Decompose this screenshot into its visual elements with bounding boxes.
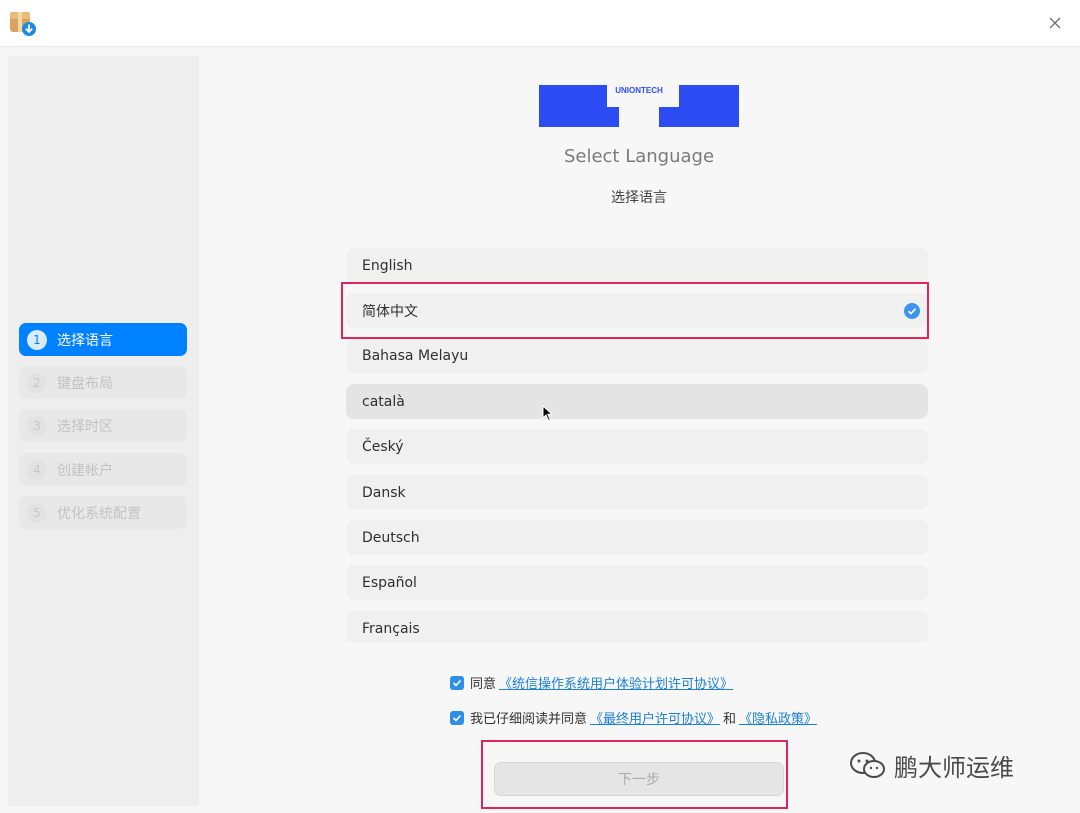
step-number: 1 [27, 329, 47, 350]
main-panel: UNIONTECH Select Language 选择语言 English 简… [199, 56, 1072, 809]
watermark-text: 鹏大师运维 [894, 754, 1014, 782]
language-label: Bahasa Melayu [362, 347, 469, 364]
language-option[interactable]: Deutsch [346, 520, 928, 555]
language-label: Dansk [362, 484, 406, 501]
step-number: 5 [27, 502, 47, 523]
experience-plan-link[interactable]: 《统信操作系统用户体验计划许可协议》 [499, 673, 733, 692]
privacy-policy-link[interactable]: 《隐私政策》 [739, 708, 817, 727]
page-title: Select Language [563, 146, 715, 167]
agreement-joiner: 和 [723, 712, 737, 727]
language-option-selected[interactable]: 简体中文 [346, 293, 928, 328]
agree-checkbox-eula[interactable] [450, 710, 464, 725]
language-option[interactable]: Español [346, 565, 928, 600]
close-icon [1049, 17, 1061, 29]
page-subtitle: 选择语言 [611, 190, 667, 206]
language-label: Deutsch [362, 529, 420, 546]
language-list[interactable]: English 简体中文 Bahasa Melayu català Český … [346, 246, 928, 642]
step-create-account[interactable]: 4 创建帐户 [19, 453, 187, 486]
wechat-icon [850, 751, 885, 778]
step-label: 优化系统配置 [57, 505, 141, 522]
language-label: Český [362, 438, 404, 455]
step-number: 4 [27, 459, 47, 480]
step-label: 键盘布局 [57, 375, 113, 392]
step-select-language[interactable]: 1 选择语言 [19, 323, 187, 356]
close-button[interactable] [1044, 12, 1066, 34]
next-button[interactable]: 下一步 [494, 762, 784, 796]
steps-sidebar: 1 选择语言 2 键盘布局 3 选择时区 4 创建帐户 5 优化系统配置 [8, 56, 199, 806]
language-option[interactable]: Français [346, 611, 928, 642]
agreement-prefix: 同意 [470, 677, 497, 692]
step-label: 选择语言 [57, 332, 113, 349]
installer-package-icon [10, 12, 36, 36]
step-keyboard-layout[interactable]: 2 键盘布局 [19, 366, 187, 399]
step-optimize-config[interactable]: 5 优化系统配置 [19, 496, 187, 529]
watermark: 鹏大师运维 [848, 748, 1014, 783]
language-option[interactable]: Bahasa Melayu [346, 338, 928, 373]
language-option[interactable]: English [346, 248, 928, 283]
step-number: 3 [27, 415, 47, 436]
language-label: English [362, 257, 413, 274]
mouse-pointer-icon [542, 405, 554, 422]
step-select-timezone[interactable]: 3 选择时区 [19, 409, 187, 442]
checkmark-icon [452, 679, 462, 687]
language-label: Español [362, 574, 417, 591]
agreement-row-eula: 我已仔细阅读并同意 《最终用户许可协议》 和 《隐私政策》 [450, 708, 820, 727]
language-label: Français [362, 620, 420, 637]
language-label: català [362, 393, 405, 410]
step-label: 创建帐户 [57, 462, 113, 479]
check-circle-icon [904, 303, 920, 319]
eula-link[interactable]: 《最终用户许可协议》 [590, 708, 720, 727]
checkmark-icon [452, 714, 462, 722]
agree-checkbox-experience[interactable] [450, 675, 464, 690]
uniontech-logo: UNIONTECH [539, 85, 739, 127]
logo-text: UNIONTECH [615, 86, 663, 95]
title-bar [0, 0, 1080, 47]
language-option-hovered[interactable]: català [346, 384, 928, 419]
language-option[interactable]: Český [346, 429, 928, 464]
step-number: 2 [27, 372, 47, 393]
language-option[interactable]: Dansk [346, 475, 928, 510]
language-label: 简体中文 [362, 303, 418, 320]
step-label: 选择时区 [57, 418, 113, 435]
agreement-prefix: 我已仔细阅读并同意 [470, 712, 588, 727]
agreement-row-experience: 同意 《统信操作系统用户体验计划许可协议》 [450, 673, 736, 692]
